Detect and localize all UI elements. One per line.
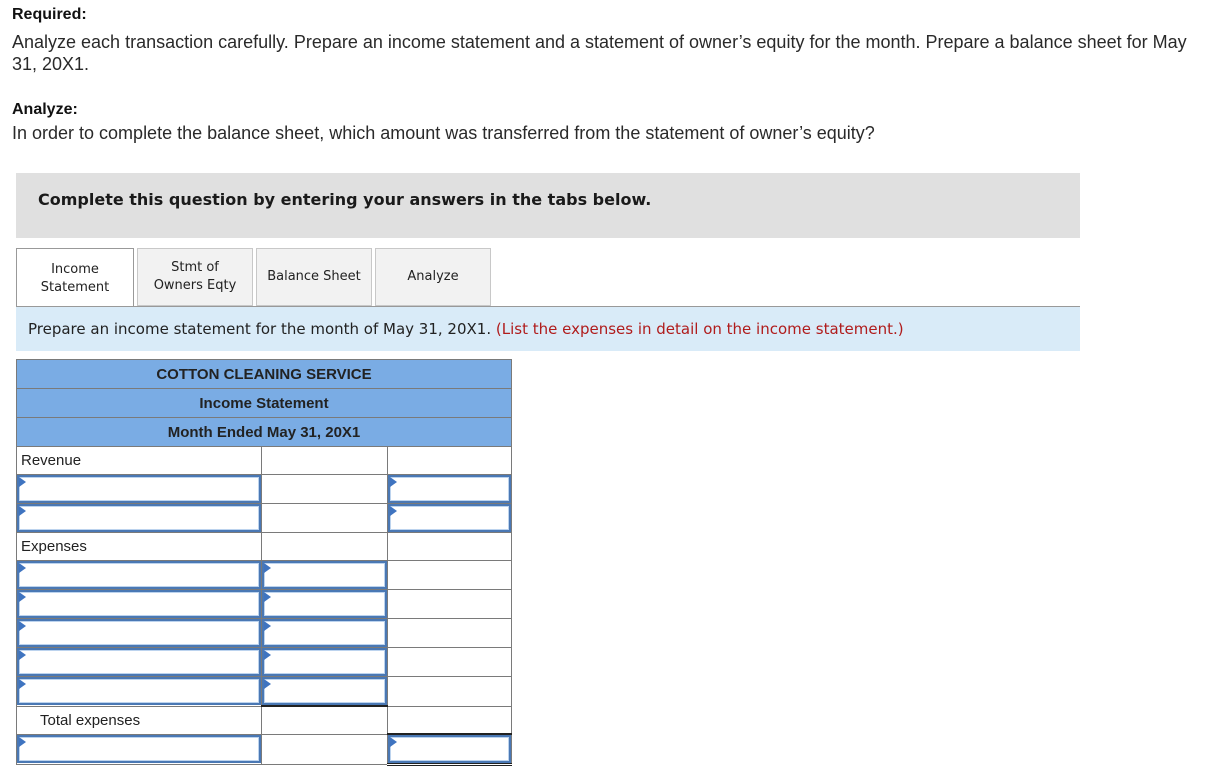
expense-account-select[interactable] (19, 679, 260, 704)
revenue-amount-input[interactable] (389, 506, 509, 530)
instructions-banner: Complete this question by entering your … (16, 173, 1080, 238)
expense-amount-input[interactable] (264, 592, 385, 616)
dropdown-flag-icon (19, 563, 26, 573)
dropdown-flag-icon (19, 592, 26, 602)
expenses-label: Expenses (15, 532, 263, 561)
income-statement-table: COTTON CLEANING SERVICE Income Statement… (15, 359, 513, 766)
analyze-text: In order to complete the balance sheet, … (12, 123, 875, 143)
expense-row (15, 589, 513, 619)
statement-title: Income Statement (16, 388, 512, 418)
expense-amount-input[interactable] (264, 563, 385, 587)
dropdown-flag-icon (264, 621, 272, 631)
required-heading: Required: (12, 6, 87, 23)
revenue-label-row: Revenue (15, 446, 513, 475)
instructions-banner-text: Complete this question by entering your … (38, 190, 652, 209)
expense-account-select[interactable] (19, 621, 260, 645)
dropdown-flag-icon (19, 621, 26, 631)
revenue-row (15, 503, 513, 533)
revenue-amount-input[interactable] (389, 477, 509, 501)
expense-account-select[interactable] (19, 563, 260, 587)
tab-label: Analyze (407, 269, 459, 284)
expense-amount-input[interactable] (264, 650, 385, 674)
dropdown-flag-icon (264, 650, 272, 660)
company-name: COTTON CLEANING SERVICE (16, 359, 512, 389)
expenses-label-row: Expenses (15, 532, 513, 561)
dropdown-flag-icon (19, 477, 26, 487)
tab-income-statement[interactable]: Income Statement (16, 248, 134, 308)
expense-account-select[interactable] (19, 650, 260, 674)
statement-period: Month Ended May 31, 20X1 (16, 417, 512, 447)
tab-label: Balance Sheet (267, 269, 361, 284)
net-income-label-select[interactable] (19, 737, 260, 762)
dropdown-flag-icon (264, 563, 272, 573)
net-income-row (15, 733, 513, 766)
instruction-text: Prepare an income statement for the mont… (28, 320, 492, 338)
dropdown-flag-icon (264, 592, 272, 602)
instruction-note: (List the expenses in detail on the inco… (495, 320, 904, 338)
required-text: Analyze each transaction carefully. Prep… (12, 32, 1187, 74)
expense-row (15, 560, 513, 590)
dropdown-flag-icon (264, 679, 272, 689)
tab-analyze[interactable]: Analyze (375, 248, 491, 306)
revenue-account-select[interactable] (19, 506, 260, 530)
analyze-heading: Analyze: (12, 101, 78, 118)
dropdown-flag-icon (19, 679, 26, 690)
tab-stmt-owners-eqty[interactable]: Stmt of Owners Eqty (137, 248, 253, 306)
expense-row (15, 676, 513, 707)
dropdown-flag-icon (19, 506, 26, 516)
total-expenses-label: Total expenses (15, 705, 263, 735)
expense-account-select[interactable] (19, 592, 260, 616)
expense-row (15, 618, 513, 648)
dropdown-flag-icon (19, 650, 26, 660)
tab-balance-sheet[interactable]: Balance Sheet (256, 248, 372, 306)
revenue-row (15, 474, 513, 504)
dropdown-flag-icon (389, 737, 397, 747)
tab-label: Stmt of Owners Eqty (153, 260, 237, 293)
total-expenses-row: Total expenses (15, 705, 513, 735)
expense-amount-input[interactable] (264, 621, 385, 645)
dropdown-flag-icon (389, 506, 397, 516)
instruction-bar: Prepare an income statement for the mont… (16, 307, 1080, 351)
net-income-amount-input[interactable] (389, 737, 509, 761)
dropdown-flag-icon (19, 737, 26, 748)
tab-label: Income Statement (40, 261, 110, 295)
expense-row (15, 647, 513, 677)
expense-amount-input[interactable] (264, 679, 385, 703)
revenue-label: Revenue (15, 446, 263, 475)
revenue-account-select[interactable] (19, 477, 260, 501)
dropdown-flag-icon (389, 477, 397, 487)
